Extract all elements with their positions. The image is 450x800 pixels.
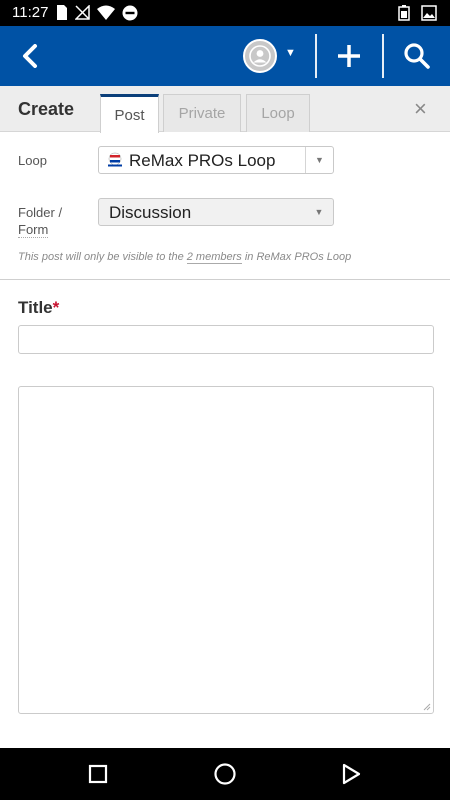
loop-select-value: ReMax PROs Loop xyxy=(129,151,276,170)
divider xyxy=(382,34,384,78)
loop-select[interactable]: ReMax PROs Loop ▼ xyxy=(98,146,334,174)
app-bar: ▼ xyxy=(0,26,450,86)
close-icon[interactable]: × xyxy=(414,96,427,122)
body-textarea[interactable] xyxy=(18,386,434,714)
tab-post[interactable]: Post xyxy=(100,94,159,133)
visibility-suffix: in ReMax PROs Loop xyxy=(241,251,352,263)
title-label: Title* xyxy=(18,298,59,318)
search-icon xyxy=(404,43,430,69)
required-mark: * xyxy=(52,298,60,317)
members-link[interactable]: 2 members xyxy=(186,251,242,264)
tab-loop[interactable]: Loop xyxy=(246,94,310,132)
create-button[interactable] xyxy=(329,36,369,76)
folder-label-line1: Folder / xyxy=(18,205,63,220)
status-bar: 11:27 xyxy=(0,0,450,26)
plus-icon xyxy=(338,45,360,67)
battery-icon xyxy=(398,5,410,21)
search-button[interactable] xyxy=(397,36,437,76)
wifi-icon xyxy=(97,5,115,20)
no-signal-icon xyxy=(75,5,90,20)
chevron-down-icon: ▼ xyxy=(305,147,333,173)
home-circle-icon xyxy=(214,763,236,785)
title-input[interactable] xyxy=(18,325,434,354)
caret-down-icon[interactable]: ▼ xyxy=(285,47,296,59)
folder-select-value: Discussion xyxy=(109,203,192,222)
visibility-prefix: This post will only be visible to the xyxy=(18,251,187,263)
remax-logo-icon xyxy=(108,152,122,167)
create-header: Create Post Private Loop × xyxy=(0,86,450,133)
folder-form-label: Folder / Form xyxy=(18,204,62,238)
folder-select[interactable]: Discussion ▼ xyxy=(98,198,334,226)
resize-grip-icon[interactable] xyxy=(423,703,431,711)
home-button[interactable] xyxy=(211,760,239,788)
status-time: 11:27 xyxy=(12,4,49,21)
back-triangle-icon xyxy=(342,763,361,785)
user-avatar-icon xyxy=(249,45,271,67)
tab-private[interactable]: Private xyxy=(163,94,241,132)
sim-card-icon xyxy=(57,5,67,20)
user-avatar-button[interactable] xyxy=(243,39,277,73)
divider xyxy=(0,279,450,280)
loop-label: Loop xyxy=(18,153,47,168)
do-not-disturb-icon xyxy=(122,5,138,21)
divider xyxy=(315,34,317,78)
back-button[interactable] xyxy=(10,36,50,76)
chevron-down-icon: ▼ xyxy=(314,207,324,217)
folder-label-line2: Form xyxy=(18,222,49,238)
recents-button[interactable] xyxy=(84,760,112,788)
create-title: Create xyxy=(18,99,75,119)
system-nav-bar xyxy=(0,748,450,800)
title-label-text: Title xyxy=(18,298,53,317)
image-icon xyxy=(421,5,437,21)
recents-square-icon xyxy=(88,764,108,784)
back-nav-button[interactable] xyxy=(337,760,365,788)
visibility-note: This post will only be visible to the 2 … xyxy=(18,251,352,264)
back-arrow-icon xyxy=(23,44,37,68)
